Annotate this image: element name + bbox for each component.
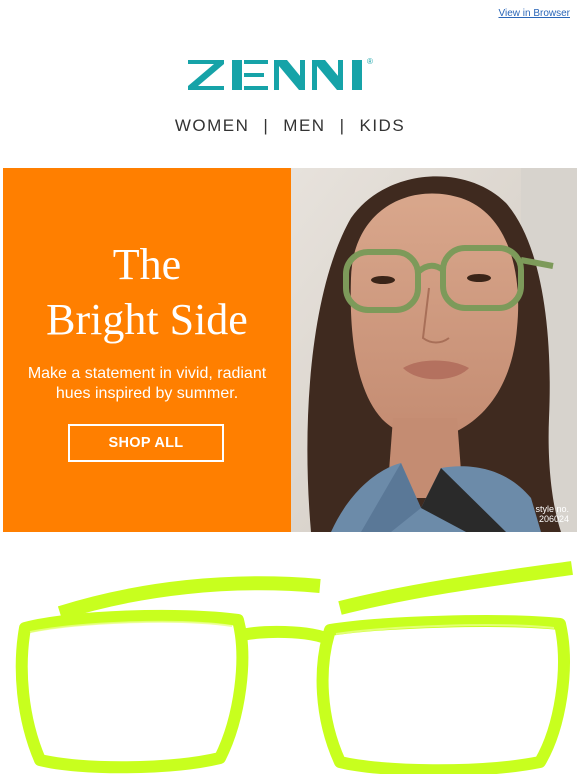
nav-separator: | — [339, 116, 346, 135]
hero-text-panel: The Bright Side Make a statement in vivi… — [3, 168, 291, 532]
hero-title-line2: Bright Side — [46, 295, 248, 344]
style-number: 206024 — [538, 514, 569, 524]
model-image — [291, 168, 577, 532]
hero-title-line1: The — [112, 240, 182, 289]
logo-area: ® — [0, 28, 580, 90]
hero-model-photo[interactable]: style no. 206024 — [291, 168, 577, 532]
shop-all-button[interactable]: SHOP ALL — [68, 424, 224, 462]
nav-separator: | — [263, 116, 270, 135]
view-in-browser-link[interactable]: View in Browser — [498, 8, 570, 19]
hero-subtitle: Make a statement in vivid, radiant hues … — [27, 365, 267, 402]
neon-glasses-image — [15, 561, 573, 774]
nav-women[interactable]: WOMEN — [175, 116, 250, 136]
top-bar: View in Browser — [0, 0, 580, 28]
style-number-caption: style no. 206024 — [535, 504, 569, 524]
style-label: style no. — [535, 504, 569, 514]
nav-men[interactable]: MEN — [283, 116, 325, 136]
nav-kids[interactable]: KIDS — [359, 116, 405, 136]
hero-banner: The Bright Side Make a statement in vivi… — [3, 168, 577, 532]
zenni-logo[interactable]: ® — [186, 54, 392, 94]
registered-mark: ® — [367, 57, 373, 66]
product-glasses-image[interactable] — [0, 548, 580, 774]
main-nav: WOMEN | MEN | KIDS — [0, 90, 580, 162]
